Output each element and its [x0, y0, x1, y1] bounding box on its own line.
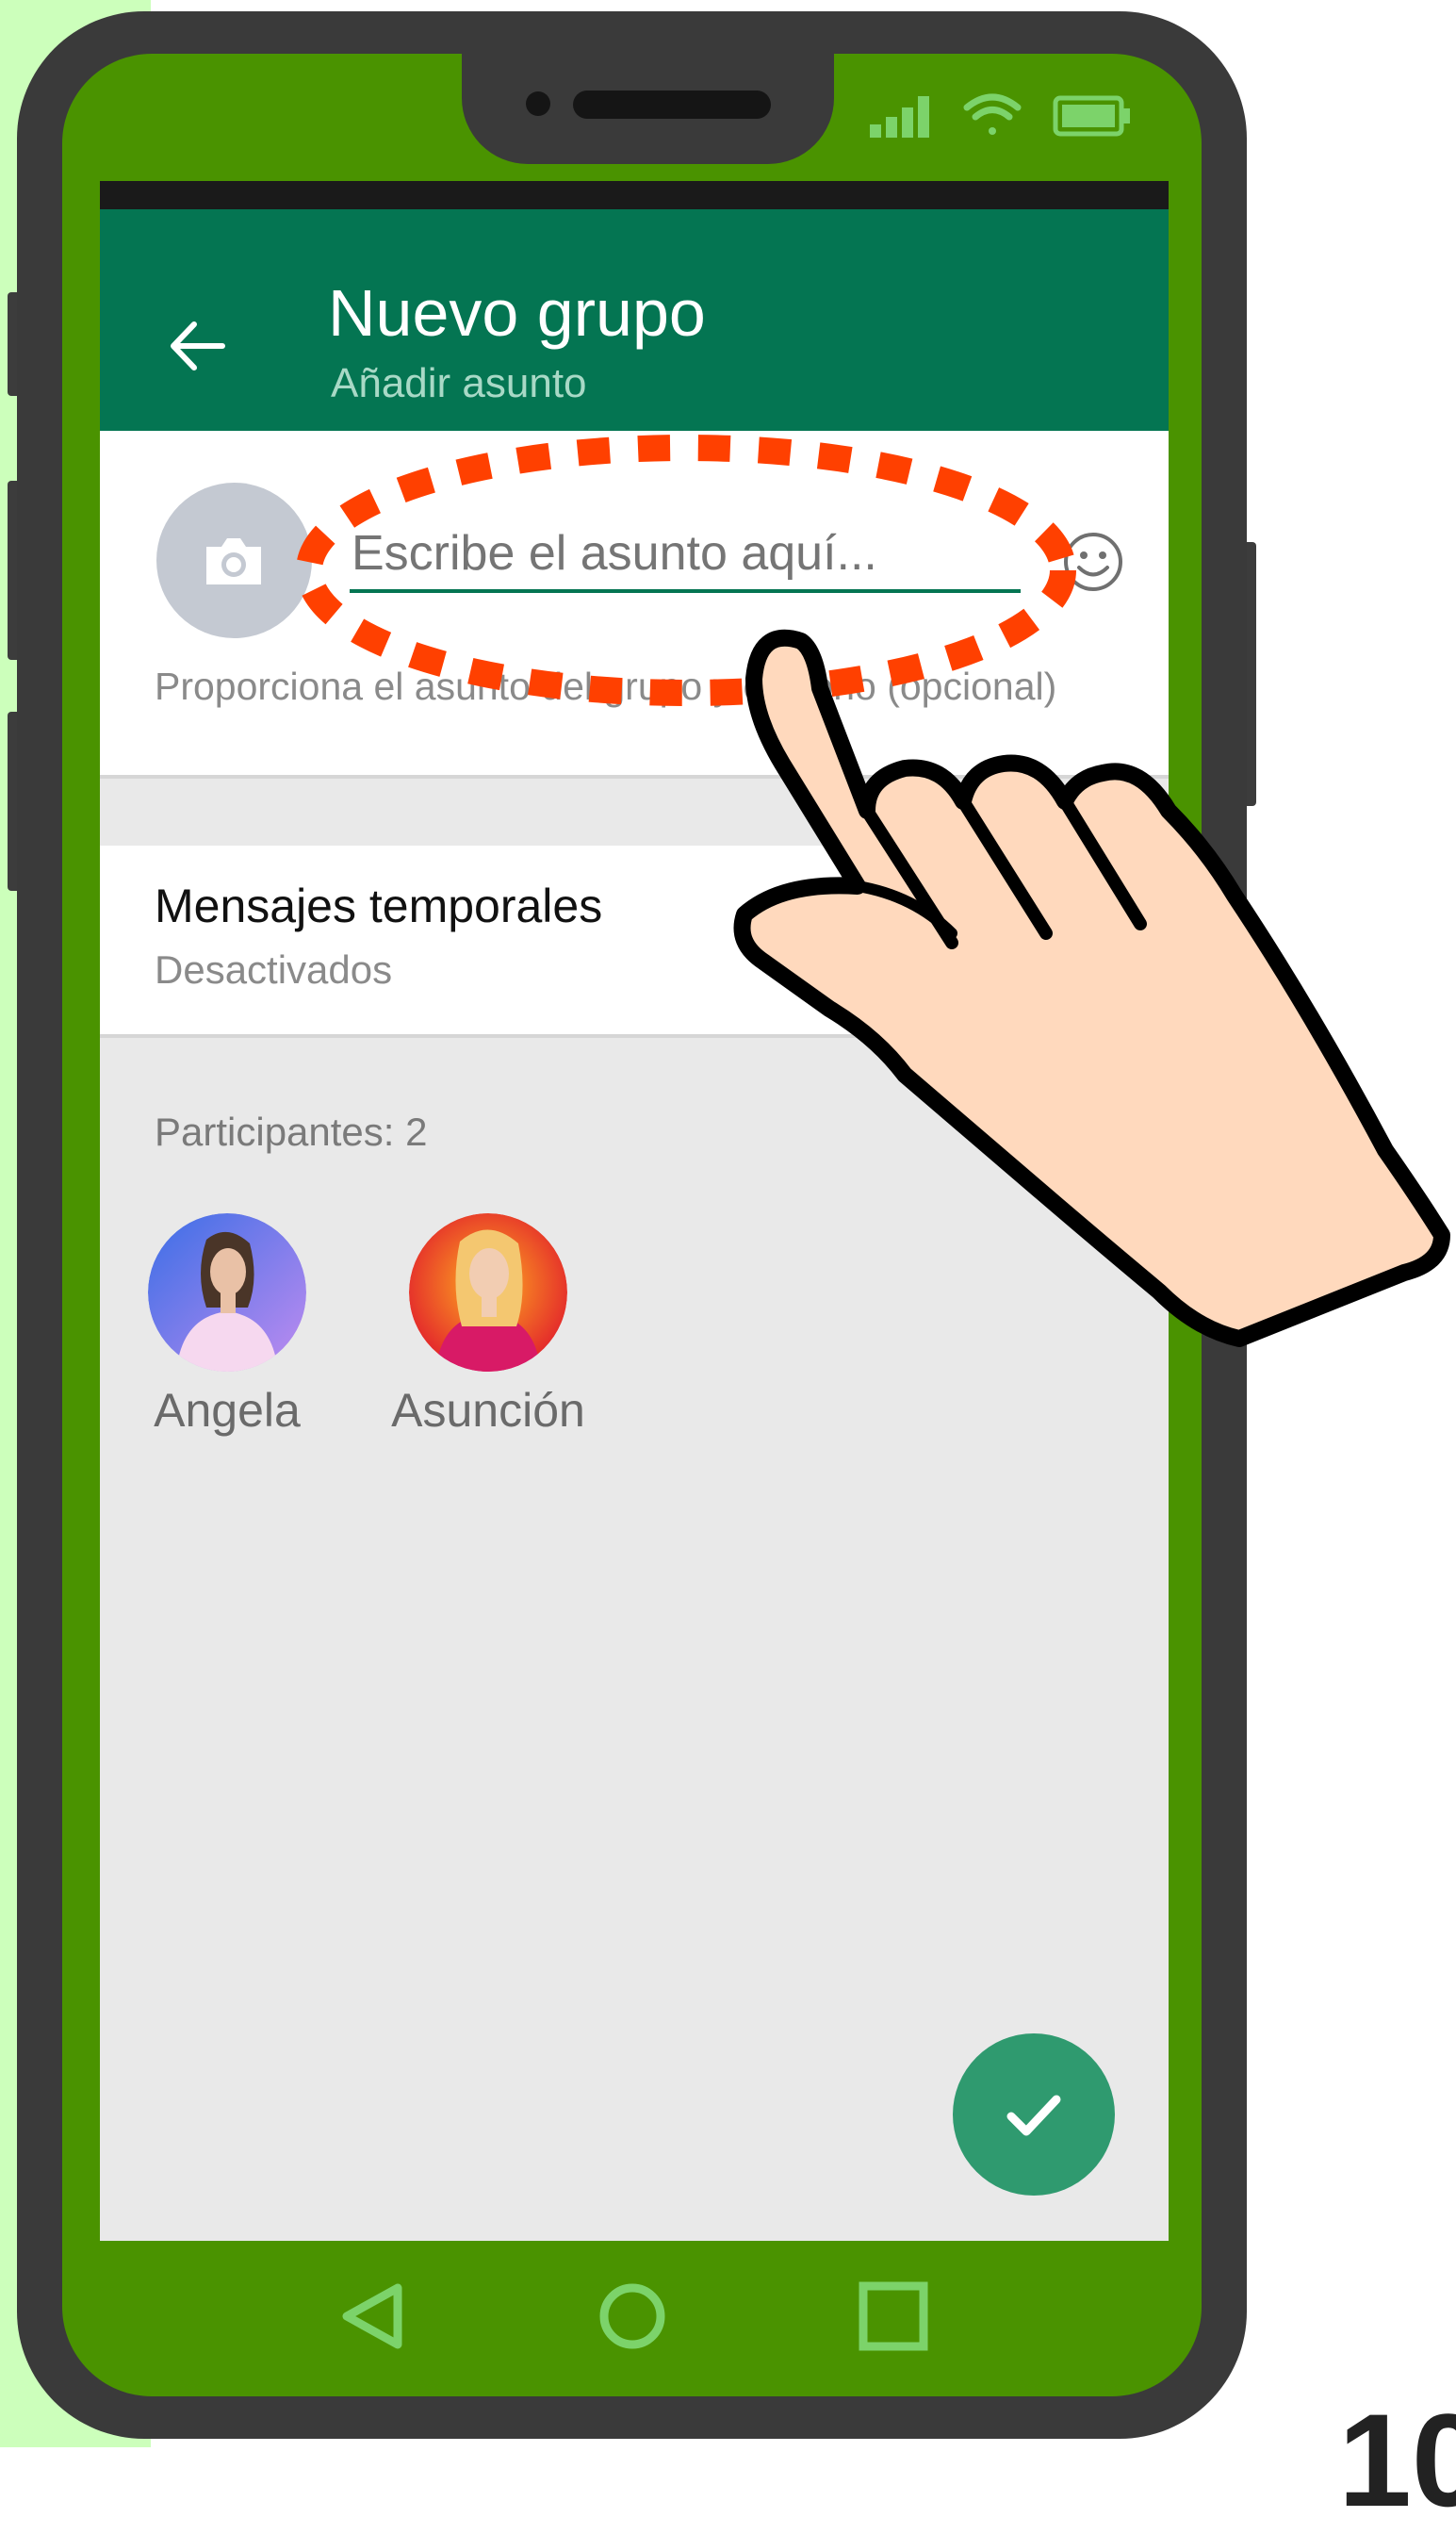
system-navigation-bar: [17, 2252, 1247, 2384]
app-bar: Nuevo grupo Añadir asunto: [100, 209, 1169, 431]
temporary-messages-status: Desactivados: [155, 947, 393, 992]
nav-back-button[interactable]: [335, 2279, 411, 2354]
participant-item[interactable]: Asunción: [375, 1213, 601, 1438]
nav-recents-button[interactable]: [856, 2279, 931, 2354]
battery-icon: [1053, 95, 1130, 137]
status-bar: [870, 93, 1130, 138]
camera-icon: [206, 538, 261, 584]
participant-name: Asunción: [391, 1384, 585, 1437]
page-number-fragment: 10: [1338, 2386, 1456, 2534]
phone-notch: [462, 51, 834, 164]
wifi-icon: [963, 93, 1022, 135]
avatar: [148, 1213, 306, 1372]
temporary-messages-title: Mensajes temporales: [155, 880, 603, 932]
speaker-slot: [573, 90, 771, 119]
participant-item[interactable]: Angela: [114, 1213, 340, 1438]
screen-status-strip: [100, 181, 1169, 209]
nav-home-button[interactable]: [595, 2279, 670, 2354]
pointing-hand-icon: [733, 629, 1450, 1347]
front-camera: [526, 91, 550, 116]
signal-icon: [870, 96, 929, 138]
page-title: Nuevo grupo: [328, 276, 706, 350]
check-icon: [1006, 2095, 1061, 2136]
confirm-button[interactable]: [953, 2033, 1115, 2196]
participant-name: Angela: [154, 1384, 301, 1437]
participants-count: Participantes: 2: [155, 1110, 428, 1154]
avatar: [409, 1213, 567, 1372]
group-icon-picker[interactable]: [156, 483, 312, 638]
back-button[interactable]: [164, 313, 230, 379]
page-subtitle: Añadir asunto: [331, 360, 587, 406]
